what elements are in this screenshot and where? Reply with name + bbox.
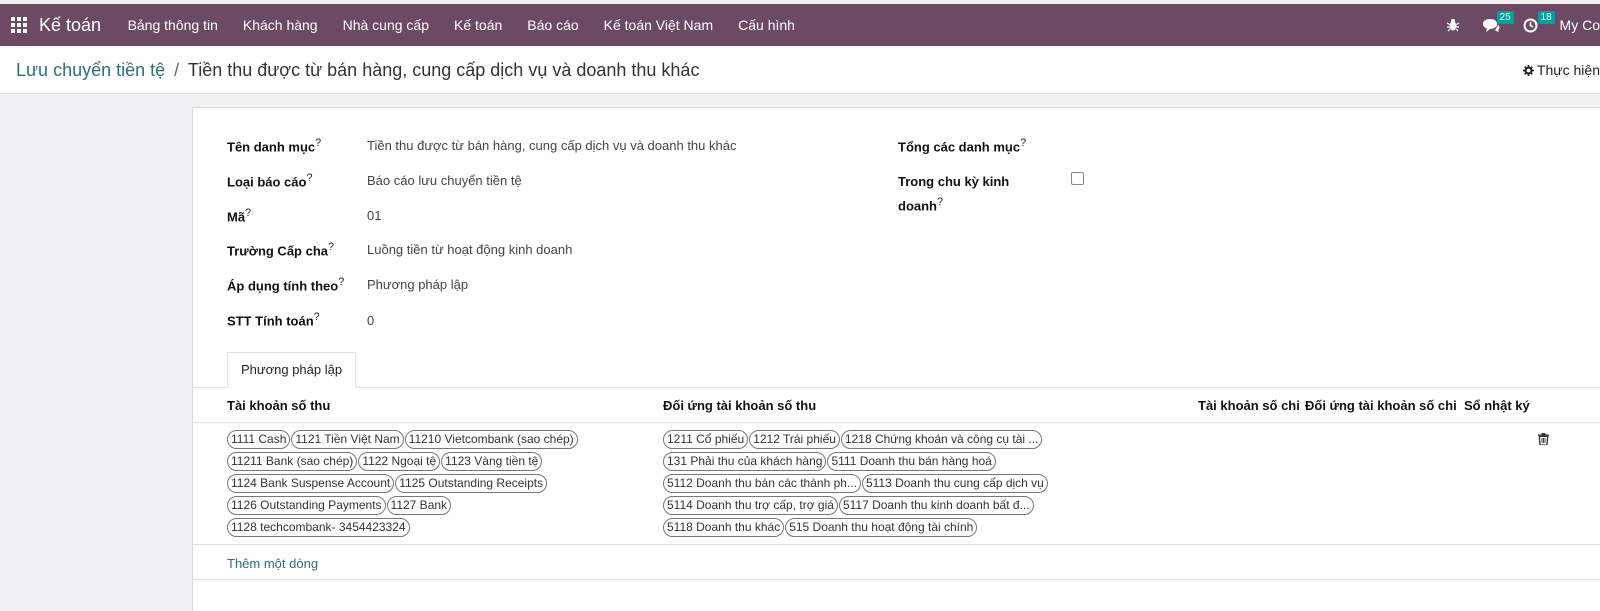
apps-grid-icon[interactable] (11, 17, 27, 33)
account-tag[interactable]: 5118 Doanh thu khác (663, 518, 785, 537)
apply-method-field[interactable]: Phương pháp lập (367, 277, 468, 292)
breadcrumb-separator: / (174, 60, 180, 80)
table-row[interactable]: 1111 Cash 1121 Tiền Việt Nam 11210 Vietc… (193, 423, 1600, 545)
help-tooltip-icon[interactable]: ? (328, 241, 334, 253)
form-sheet: Tên danh mục? Tiền thu được từ bán hàng,… (192, 107, 1600, 611)
delete-row-trash-icon[interactable] (1538, 432, 1549, 450)
navbar-systray: 25 18 My Co (1446, 4, 1600, 46)
menu-accounting[interactable]: Kế toán (442, 4, 515, 46)
account-tag[interactable]: 1111 Cash (227, 430, 291, 449)
company-switcher[interactable]: My Co (1560, 17, 1600, 33)
name-label: Tên danh mục? (227, 137, 322, 155)
code-label: Mã? (227, 207, 252, 225)
menu-configuration[interactable]: Cấu hình (726, 4, 808, 46)
sequence-label: STT Tính toán? (227, 311, 320, 329)
tab-calculation-method[interactable]: Phương pháp lập (227, 352, 357, 388)
receipt-account-tags: 1111 Cash 1121 Tiền Việt Nam 11210 Vietc… (227, 430, 617, 540)
control-panel: Lưu chuyển tiền tệ / Tiền thu được từ bá… (0, 46, 1600, 94)
help-tooltip-icon[interactable]: ? (306, 172, 312, 184)
account-tag[interactable]: 5113 Doanh thu cung cấp dịch vụ (861, 474, 1048, 493)
apply-method-label: Áp dụng tính theo? (227, 276, 345, 294)
account-tag[interactable]: 11211 Bank (sao chép) (227, 452, 358, 471)
menu-vendors[interactable]: Nhà cung cấp (330, 4, 441, 46)
account-tag[interactable]: 1122 Ngoại tệ (358, 452, 441, 471)
breadcrumb-parent-link[interactable]: Lưu chuyển tiền tệ (16, 60, 165, 80)
col-payment-account[interactable]: Tài khoản số chi (1198, 398, 1300, 413)
col-receipt-account[interactable]: Tài khoản số thu (227, 398, 330, 413)
breadcrumb-current: Tiền thu được từ bán hàng, cung cấp dịch… (187, 60, 700, 80)
help-tooltip-icon[interactable]: ? (937, 196, 943, 208)
help-tooltip-icon[interactable]: ? (1020, 137, 1026, 149)
add-line-link[interactable]: Thêm một dòng (227, 556, 318, 571)
business-cycle-label: Trong chu kỳ kinh doanh? (898, 174, 1010, 214)
col-journal[interactable]: Sổ nhật ký (1464, 398, 1530, 413)
account-tag[interactable]: 1128 techcombank- 3454423324 (227, 518, 410, 537)
table-bottom-line (193, 579, 1600, 580)
action-menu-label: Thực hiện (1536, 62, 1600, 78)
account-tag[interactable]: 1121 Tiền Việt Nam (291, 430, 404, 449)
account-tag[interactable]: 131 Phải thu của khách hàng (663, 452, 827, 471)
business-cycle-checkbox[interactable] (1071, 172, 1084, 185)
menu-customers[interactable]: Khách hàng (230, 4, 330, 46)
account-tag[interactable]: 1124 Bank Suspense Account (227, 474, 395, 493)
total-categories-label: Tổng các danh mục? (898, 137, 1027, 155)
col-receipt-counter-account[interactable]: Đối ứng tài khoản số thu (663, 398, 816, 413)
account-tag[interactable]: 515 Doanh thu hoạt động tài chính (785, 518, 978, 537)
account-tag[interactable]: 1123 Vàng tiền tệ (441, 452, 543, 471)
account-tag[interactable]: 5114 Doanh thu trợ cấp, trợ giá (663, 496, 838, 515)
counter-account-tags: 1211 Cổ phiếu 1212 Trái phiếu 1218 Chứng… (663, 430, 1093, 540)
col-payment-counter-account[interactable]: Đối ứng tài khoản số chi (1305, 398, 1457, 413)
debug-bug-icon[interactable] (1446, 4, 1460, 46)
help-tooltip-icon[interactable]: ? (245, 207, 251, 219)
menu-vietnam-accounting[interactable]: Kế toán Việt Nam (591, 4, 725, 46)
action-menu-button[interactable]: Thực hiện (1522, 62, 1600, 78)
breadcrumb: Lưu chuyển tiền tệ / Tiền thu được từ bá… (16, 60, 699, 81)
messages-icon[interactable]: 25 (1482, 4, 1514, 46)
table-header: Tài khoản số thu Đối ứng tài khoản số th… (193, 388, 1600, 423)
report-type-label: Loại báo cáo? (227, 172, 313, 190)
help-tooltip-icon[interactable]: ? (338, 276, 344, 288)
parent-label: Trường Cấp cha? (227, 241, 335, 259)
account-tag[interactable]: 5117 Doanh thu kinh doanh bất đ... (838, 496, 1034, 515)
account-tag[interactable]: 1212 Trái phiếu (749, 430, 840, 449)
account-tag[interactable]: 1126 Outstanding Payments (227, 496, 386, 515)
parent-field[interactable]: Luồng tiền từ hoạt động kinh doanh (367, 242, 572, 257)
account-tag[interactable]: 1211 Cổ phiếu (663, 430, 749, 449)
account-tag[interactable]: 5112 Doanh thu bán các thành ph... (663, 474, 861, 493)
account-tag[interactable]: 1127 Bank (386, 496, 452, 515)
menu-dashboard[interactable]: Bảng thông tin (115, 4, 230, 46)
help-tooltip-icon[interactable]: ? (315, 137, 321, 149)
code-field[interactable]: 01 (367, 208, 381, 223)
top-navbar: Kế toán Bảng thông tin Khách hàng Nhà cu… (0, 4, 1600, 46)
account-tag[interactable]: 1218 Chứng khoán và công cụ tài ... (840, 430, 1043, 449)
menu-reports[interactable]: Báo cáo (515, 4, 591, 46)
account-tag[interactable]: 1125 Outstanding Receipts (395, 474, 548, 493)
app-brand[interactable]: Kế toán (39, 15, 101, 36)
report-type-field[interactable]: Báo cáo lưu chuyển tiền tệ (367, 173, 522, 188)
account-tag[interactable]: 11210 Vietcombank (sao chép) (404, 430, 578, 449)
help-tooltip-icon[interactable]: ? (314, 311, 320, 323)
activities-count-badge: 18 (1537, 11, 1555, 24)
name-field[interactable]: Tiền thu được từ bán hàng, cung cấp dịch… (367, 138, 736, 153)
activity-clock-icon[interactable]: 18 (1523, 4, 1555, 46)
account-tag[interactable]: 5111 Doanh thu bán hàng hoá (827, 452, 996, 471)
gear-icon (1522, 64, 1534, 76)
sequence-field[interactable]: 0 (367, 313, 374, 328)
messages-count-badge: 25 (1496, 11, 1514, 24)
